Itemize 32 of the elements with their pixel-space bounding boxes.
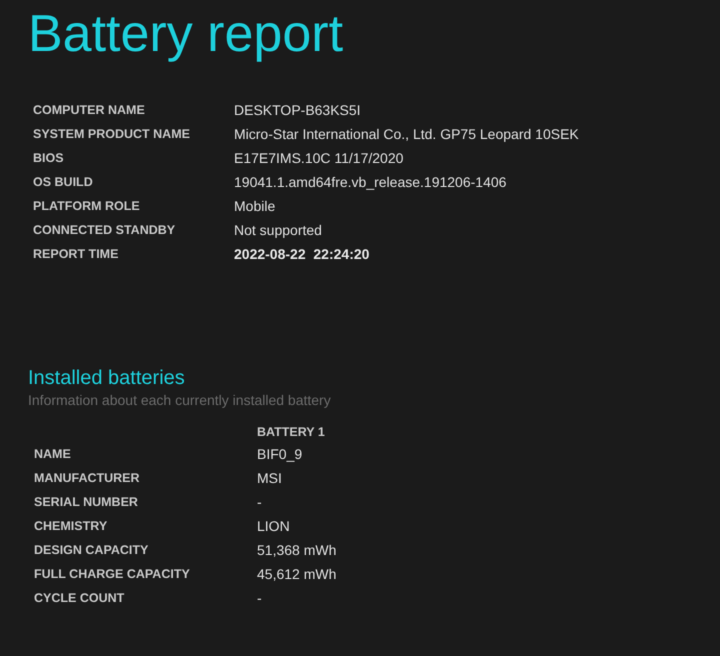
- field-label: NAME: [34, 446, 72, 463]
- field-value: 2022-08-22 22:24:20: [234, 244, 370, 264]
- field-value: Micro-Star International Co., Ltd. GP75 Leopard 10SEK: [234, 124, 579, 144]
- field-value: LION: [257, 516, 290, 536]
- field-value: E17E7IMS.10C 11/17/2020: [234, 148, 404, 168]
- field-label: CONNECTED STANDBY: [33, 222, 176, 239]
- page-title: Battery report: [28, 4, 344, 65]
- field-label: BIOS: [33, 150, 65, 167]
- field-label: REPORT TIME: [33, 246, 120, 263]
- field-label: PLATFORM ROLE: [33, 198, 141, 215]
- field-value: DESKTOP-B63KS5I: [234, 100, 361, 120]
- field-value: 45,612 mWh: [257, 564, 336, 584]
- field-label: MANUFACTURER: [34, 470, 141, 487]
- field-label: CYCLE COUNT: [34, 590, 126, 607]
- field-label: SYSTEM PRODUCT NAME: [33, 126, 191, 143]
- section-heading: Installed batteries: [28, 366, 185, 391]
- field-label: CHEMISTRY: [34, 518, 108, 535]
- field-label: OS BUILD: [33, 174, 94, 191]
- field-value: 19041.1.amd64fre.vb_release.191206-1406: [234, 172, 506, 192]
- field-value: MSI: [257, 468, 282, 488]
- field-label: SERIAL NUMBER: [34, 494, 139, 511]
- field-value: 51,368 mWh: [257, 540, 336, 560]
- column-header: BATTERY 1: [257, 424, 325, 441]
- field-value: Not supported: [234, 220, 322, 240]
- field-value: -: [257, 492, 262, 512]
- field-value: Mobile: [234, 196, 276, 216]
- field-value: -: [257, 588, 262, 608]
- section-subtitle: Information about each currently installed battery: [28, 391, 331, 409]
- field-label: FULL CHARGE CAPACITY: [34, 566, 191, 583]
- field-label: COMPUTER NAME: [33, 102, 146, 119]
- field-label: DESIGN CAPACITY: [34, 542, 150, 559]
- field-value: BIF0_9: [257, 444, 302, 464]
